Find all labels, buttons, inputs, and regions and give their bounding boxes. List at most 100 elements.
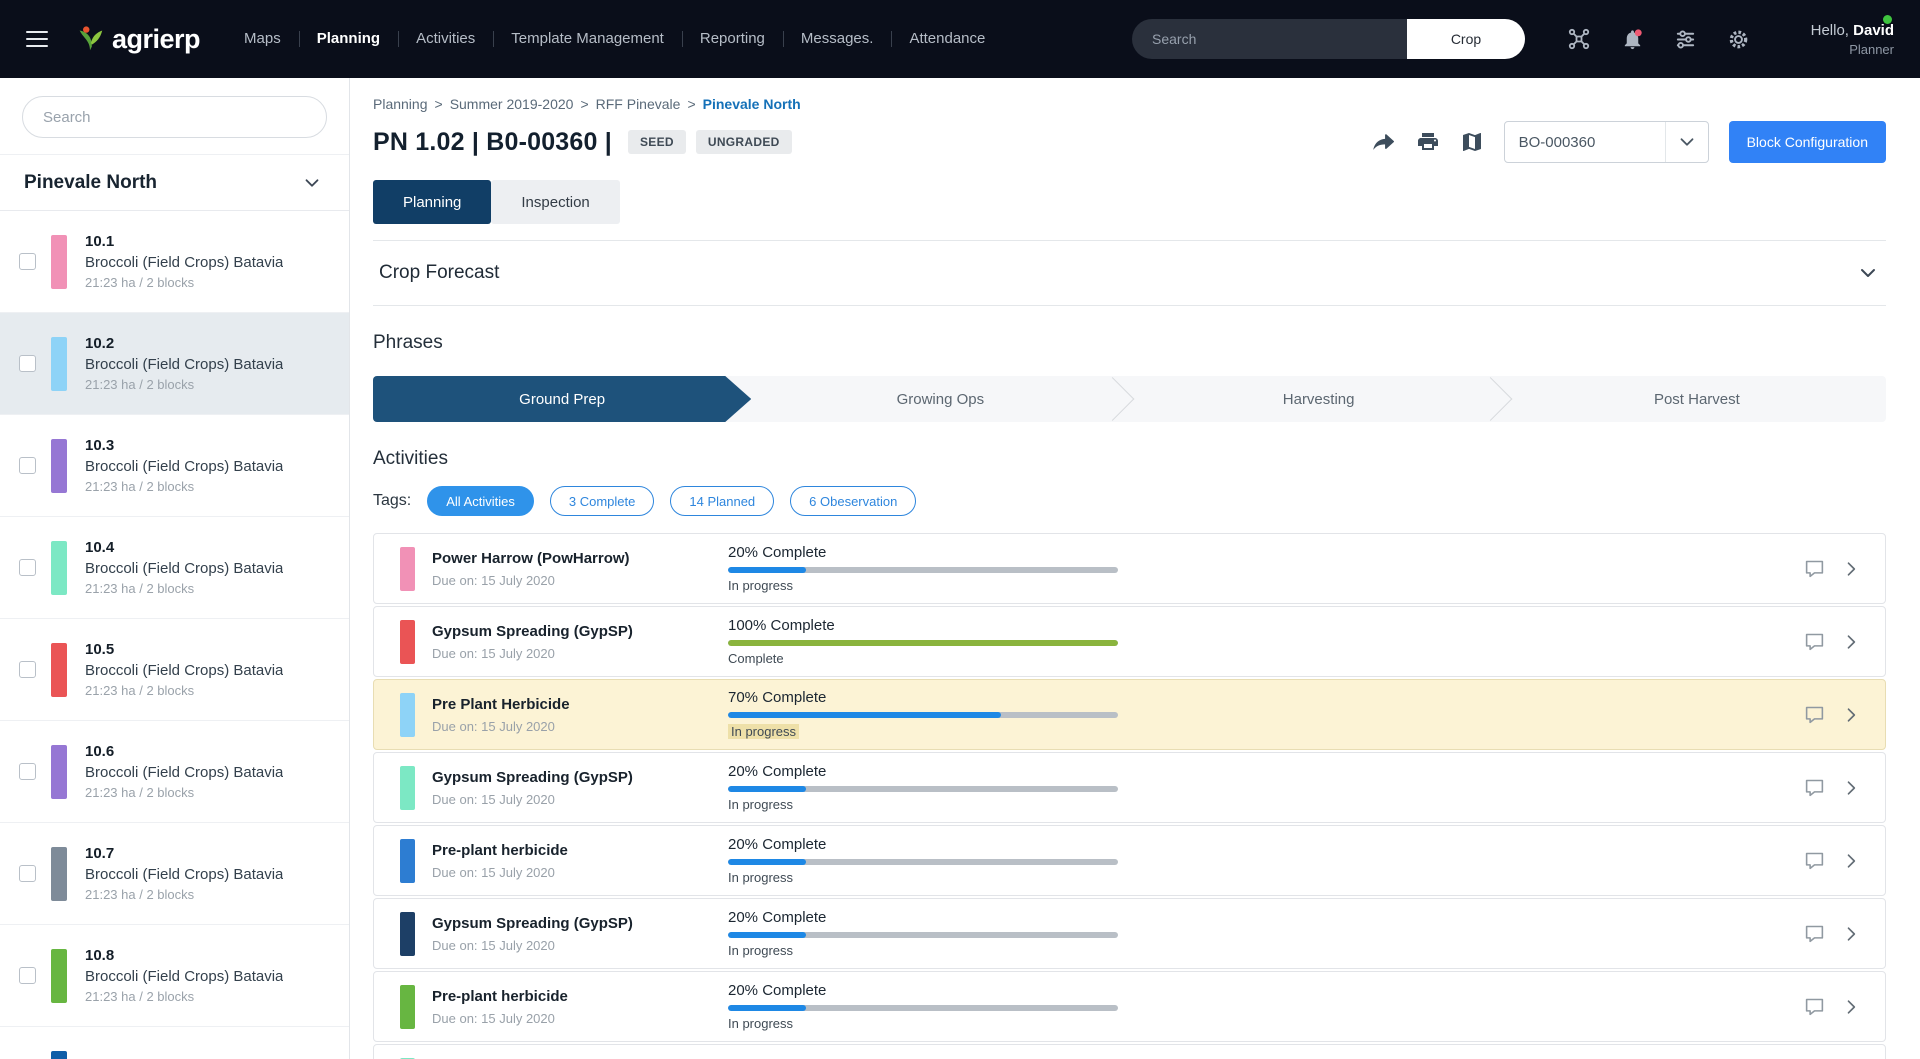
settings-gear-icon[interactable]	[1727, 28, 1750, 51]
comment-icon[interactable]	[1804, 631, 1825, 652]
nav-item-planning[interactable]: Planning	[299, 0, 398, 78]
block-checkbox[interactable]	[19, 967, 36, 984]
phase-harvesting[interactable]: Harvesting	[1130, 376, 1508, 422]
activity-color-bar	[400, 985, 415, 1029]
activity-row[interactable]: Pre Plant HerbicideDue on: 15 July 20207…	[373, 679, 1886, 750]
tag-6-obeservation[interactable]: 6 Obeservation	[790, 486, 916, 516]
comment-icon[interactable]	[1804, 777, 1825, 798]
search-filter-dropdown[interactable]: Crop	[1407, 19, 1525, 59]
sidebar-block-item[interactable]: 10.4Broccoli (Field Crops) Batavia21:23 …	[0, 517, 349, 619]
comment-icon[interactable]	[1804, 558, 1825, 579]
tag-3-complete[interactable]: 3 Complete	[550, 486, 654, 516]
comment-icon[interactable]	[1804, 923, 1825, 944]
activity-progress-bar	[728, 1005, 1118, 1011]
activity-row[interactable]: Pre-plant herbicide20% Complete	[373, 1044, 1886, 1059]
user-profile[interactable]: Hello, David Planner	[1784, 22, 1894, 57]
map-icon[interactable]	[1460, 130, 1484, 154]
print-icon[interactable]	[1416, 130, 1440, 154]
sidebar-block-item[interactable]: 10.9Broccoli (Field Crops) Batavia	[0, 1027, 349, 1059]
sidebar-block-item[interactable]: 10.2Broccoli (Field Crops) Batavia21:23 …	[0, 313, 349, 415]
nav-item-template-management[interactable]: Template Management	[493, 0, 682, 78]
activity-row[interactable]: Gypsum Spreading (GypSP)Due on: 15 July …	[373, 898, 1886, 969]
block-title: Broccoli (Field Crops) Batavia	[85, 458, 283, 475]
activity-row[interactable]: Gypsum Spreading (GypSP)Due on: 15 July …	[373, 752, 1886, 823]
sliders-icon[interactable]	[1674, 28, 1697, 51]
breadcrumb: Planning>Summer 2019-2020>RFF Pinevale>P…	[373, 96, 1886, 112]
block-code: 10.1	[85, 233, 283, 250]
block-checkbox[interactable]	[19, 661, 36, 678]
online-status-dot	[1883, 15, 1892, 24]
tag-14-planned[interactable]: 14 Planned	[670, 486, 774, 516]
block-checkbox[interactable]	[19, 355, 36, 372]
sidebar-block-item[interactable]: 10.5Broccoli (Field Crops) Batavia21:23 …	[0, 619, 349, 721]
nav-item-attendance[interactable]: Attendance	[891, 0, 1003, 78]
block-meta: 21:23 ha / 2 blocks	[85, 377, 283, 392]
activity-row[interactable]: Gypsum Spreading (GypSP)Due on: 15 July …	[373, 606, 1886, 677]
notifications-bell-icon[interactable]	[1621, 28, 1644, 51]
sidebar-group-header[interactable]: Pinevale North	[0, 155, 349, 211]
status-badge-ungraded: UNGRADED	[696, 130, 792, 154]
block-checkbox[interactable]	[19, 457, 36, 474]
chevron-right-icon[interactable]	[1841, 705, 1861, 725]
nav-item-activities[interactable]: Activities	[398, 0, 493, 78]
comment-icon[interactable]	[1804, 704, 1825, 725]
breadcrumb-item-planning[interactable]: Planning	[373, 96, 428, 112]
nav-item-messages[interactable]: Messages.	[783, 0, 892, 78]
activities-title: Activities	[373, 448, 1886, 470]
search-input[interactable]	[1132, 19, 1407, 59]
block-title: Broccoli (Field Crops) Batavia	[85, 866, 283, 883]
activity-row[interactable]: Pre-plant herbicideDue on: 15 July 20202…	[373, 825, 1886, 896]
app-logo[interactable]: agrierp	[74, 23, 200, 55]
nav-item-reporting[interactable]: Reporting	[682, 0, 783, 78]
sidebar-block-item[interactable]: 10.7Broccoli (Field Crops) Batavia21:23 …	[0, 823, 349, 925]
block-meta: 21:23 ha / 2 blocks	[85, 989, 283, 1004]
chevron-right-icon[interactable]	[1841, 851, 1861, 871]
crop-forecast-panel[interactable]: Crop Forecast	[373, 240, 1886, 306]
block-configuration-button[interactable]: Block Configuration	[1729, 121, 1886, 163]
block-title: Broccoli (Field Crops) Batavia	[85, 764, 283, 781]
phase-ground-prep[interactable]: Ground Prep	[373, 376, 751, 422]
activity-percent-label: 100% Complete	[728, 617, 1118, 634]
block-meta: 21:23 ha / 2 blocks	[85, 785, 283, 800]
chevron-right-icon[interactable]	[1841, 778, 1861, 798]
share-icon[interactable]	[1371, 130, 1396, 155]
tag-all-activities[interactable]: All Activities	[427, 486, 534, 516]
breadcrumb-item-rff-pinevale[interactable]: RFF Pinevale	[596, 96, 681, 112]
hamburger-menu-icon[interactable]	[26, 31, 48, 47]
block-select[interactable]: BO-000360	[1504, 121, 1709, 163]
activity-list: Power Harrow (PowHarrow)Due on: 15 July …	[373, 533, 1886, 1059]
sidebar-block-item[interactable]: 10.6Broccoli (Field Crops) Batavia21:23 …	[0, 721, 349, 823]
activity-row[interactable]: Power Harrow (PowHarrow)Due on: 15 July …	[373, 533, 1886, 604]
activity-row[interactable]: Pre-plant herbicideDue on: 15 July 20202…	[373, 971, 1886, 1042]
comment-icon[interactable]	[1804, 850, 1825, 871]
phase-post-harvest[interactable]: Post Harvest	[1508, 376, 1886, 422]
sidebar-block-item[interactable]: 10.8Broccoli (Field Crops) Batavia21:23 …	[0, 925, 349, 1027]
sidebar-block-item[interactable]: 10.1Broccoli (Field Crops) Batavia21:23 …	[0, 211, 349, 313]
comment-icon[interactable]	[1804, 996, 1825, 1017]
activity-color-bar	[400, 620, 415, 664]
nav-item-maps[interactable]: Maps	[226, 0, 299, 78]
tab-planning[interactable]: Planning	[373, 180, 491, 224]
global-search: Crop	[1132, 19, 1525, 59]
block-title: Broccoli (Field Crops) Batavia	[85, 254, 283, 271]
activity-percent-label: 20% Complete	[728, 544, 1118, 561]
block-title: Broccoli (Field Crops) Batavia	[85, 662, 283, 679]
sidebar-search-input[interactable]	[22, 96, 327, 138]
block-checkbox[interactable]	[19, 559, 36, 576]
drone-icon[interactable]	[1567, 27, 1591, 51]
block-meta: 21:23 ha / 2 blocks	[85, 683, 283, 698]
chevron-right-icon[interactable]	[1841, 997, 1861, 1017]
sidebar-block-item[interactable]: 10.3Broccoli (Field Crops) Batavia21:23 …	[0, 415, 349, 517]
block-checkbox[interactable]	[19, 253, 36, 270]
chevron-right-icon[interactable]	[1841, 924, 1861, 944]
chevron-right-icon[interactable]	[1841, 632, 1861, 652]
chevron-right-icon[interactable]	[1841, 559, 1861, 579]
tags-row: Tags: All Activities3 Complete14 Planned…	[373, 486, 1886, 516]
phase-growing-ops[interactable]: Growing Ops	[751, 376, 1129, 422]
block-checkbox[interactable]	[19, 763, 36, 780]
breadcrumb-item-summer-2019-2020[interactable]: Summer 2019-2020	[450, 96, 574, 112]
tab-inspection[interactable]: Inspection	[491, 180, 619, 224]
activity-due-date: Due on: 15 July 2020	[432, 792, 728, 807]
activity-due-date: Due on: 15 July 2020	[432, 1011, 728, 1026]
block-checkbox[interactable]	[19, 865, 36, 882]
